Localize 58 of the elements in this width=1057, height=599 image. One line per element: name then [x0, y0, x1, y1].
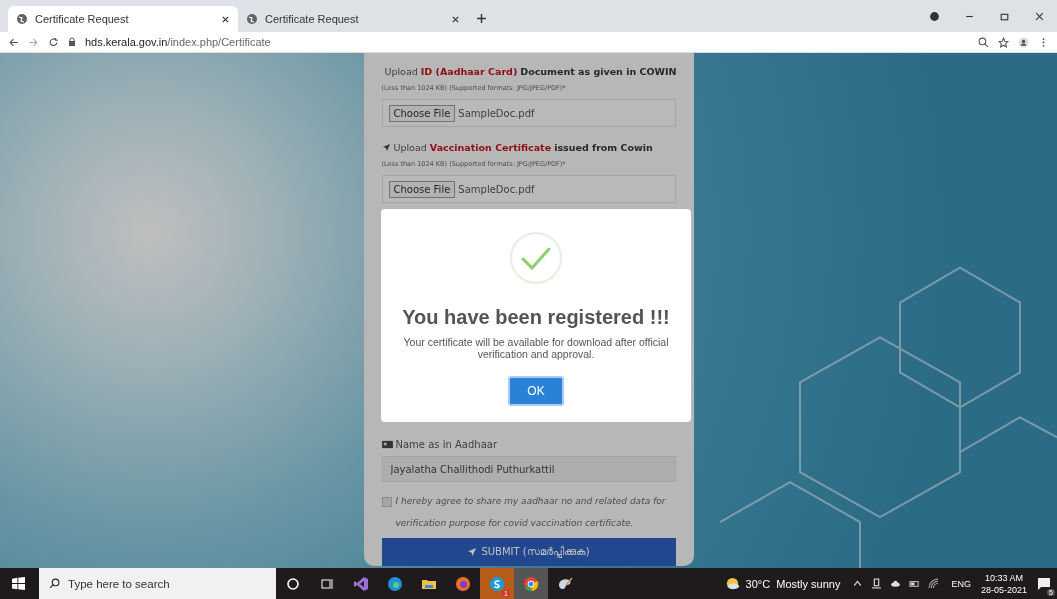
file-name: SampleDoc.pdf	[458, 183, 535, 195]
profile-icon[interactable]	[929, 11, 940, 22]
language-indicator[interactable]: ENG	[951, 578, 971, 589]
check-icon	[509, 231, 563, 285]
choose-file-button[interactable]: Choose File	[388, 180, 456, 198]
browser-tab[interactable]: Certificate Request	[8, 6, 238, 32]
windows-start-icon[interactable]	[12, 577, 25, 590]
url-text[interactable]: hds.kerala.gov.in/index.php/Certificate	[85, 36, 271, 48]
tab-title: Certificate Request	[265, 13, 360, 25]
new-tab-icon[interactable]	[476, 13, 487, 24]
paper-plane-icon	[381, 143, 391, 152]
fox-globe-icon	[455, 575, 471, 592]
taskbar-search-field[interactable]: Type here to search	[39, 568, 276, 599]
browser-tab[interactable]: Certificate Request	[238, 6, 468, 32]
battery-icon[interactable]	[909, 578, 921, 589]
back-icon[interactable]	[8, 36, 19, 48]
tri-color-circle-icon	[523, 575, 539, 592]
notification-icon[interactable]	[1037, 576, 1051, 591]
weather-text[interactable]: 30°C Mostly sunny	[745, 577, 841, 590]
reload-icon[interactable]	[48, 36, 59, 48]
close-icon[interactable]	[451, 14, 460, 24]
dialog-message: Your certificate will be available for download after official verification and approval.	[402, 336, 670, 360]
zoom-icon[interactable]	[978, 36, 989, 48]
wifi-icon[interactable]	[928, 578, 940, 589]
name-label: Name as in Aadhaar	[395, 439, 497, 450]
upload-label: Upload ID (Aadhaar Card) Document as given in COWIN	[384, 65, 677, 78]
tab-title: Certificate Request	[35, 13, 130, 25]
cloud-icon[interactable]	[890, 578, 902, 589]
ok-button[interactable]: OK	[508, 376, 564, 406]
upload-label: Upload Vaccination Certificate issued from Cowin	[393, 141, 653, 154]
star-icon[interactable]	[998, 36, 1009, 48]
dialog-title: You have been registered !!!	[402, 306, 670, 329]
file-input-field[interactable]: Choose File SampleDoc.pdf	[381, 175, 676, 203]
restore-icon[interactable]	[999, 11, 1010, 22]
paper-plane-icon	[467, 547, 478, 557]
weather-icon	[724, 576, 740, 591]
clock-date[interactable]: 28-05-2021	[980, 583, 1027, 596]
close-icon[interactable]	[221, 14, 230, 24]
choose-file-button[interactable]: Choose File	[388, 104, 456, 122]
chat-s-icon	[489, 575, 505, 592]
chevron-up-icon[interactable]	[852, 578, 864, 589]
close-icon[interactable]	[1034, 11, 1045, 22]
browser-swirl-icon	[387, 575, 403, 592]
device-icon[interactable]	[871, 578, 883, 589]
infinity-logo-icon	[353, 575, 369, 592]
id-card-icon	[381, 440, 393, 449]
search-icon	[49, 578, 60, 589]
submit-button[interactable]: SUBMIT (സമർപ്പിക്കുക)	[381, 538, 676, 566]
circle-icon	[285, 575, 301, 592]
lock-icon	[68, 37, 76, 47]
file-name: SampleDoc.pdf	[458, 107, 535, 119]
agree-text: I hereby agree to share my aadhaar no and related data for verification purpose for covid vaccination certificate.	[395, 495, 667, 530]
palette-icon	[557, 575, 573, 592]
name-field[interactable]: Jayalatha Challithodi Puthurkattil	[381, 456, 676, 482]
file-input-field[interactable]: Choose File SampleDoc.pdf	[381, 99, 676, 127]
agree-checkbox[interactable]	[381, 497, 392, 507]
account-icon[interactable]	[1018, 36, 1029, 48]
clock-time[interactable]: 10:33 AM	[984, 571, 1023, 584]
